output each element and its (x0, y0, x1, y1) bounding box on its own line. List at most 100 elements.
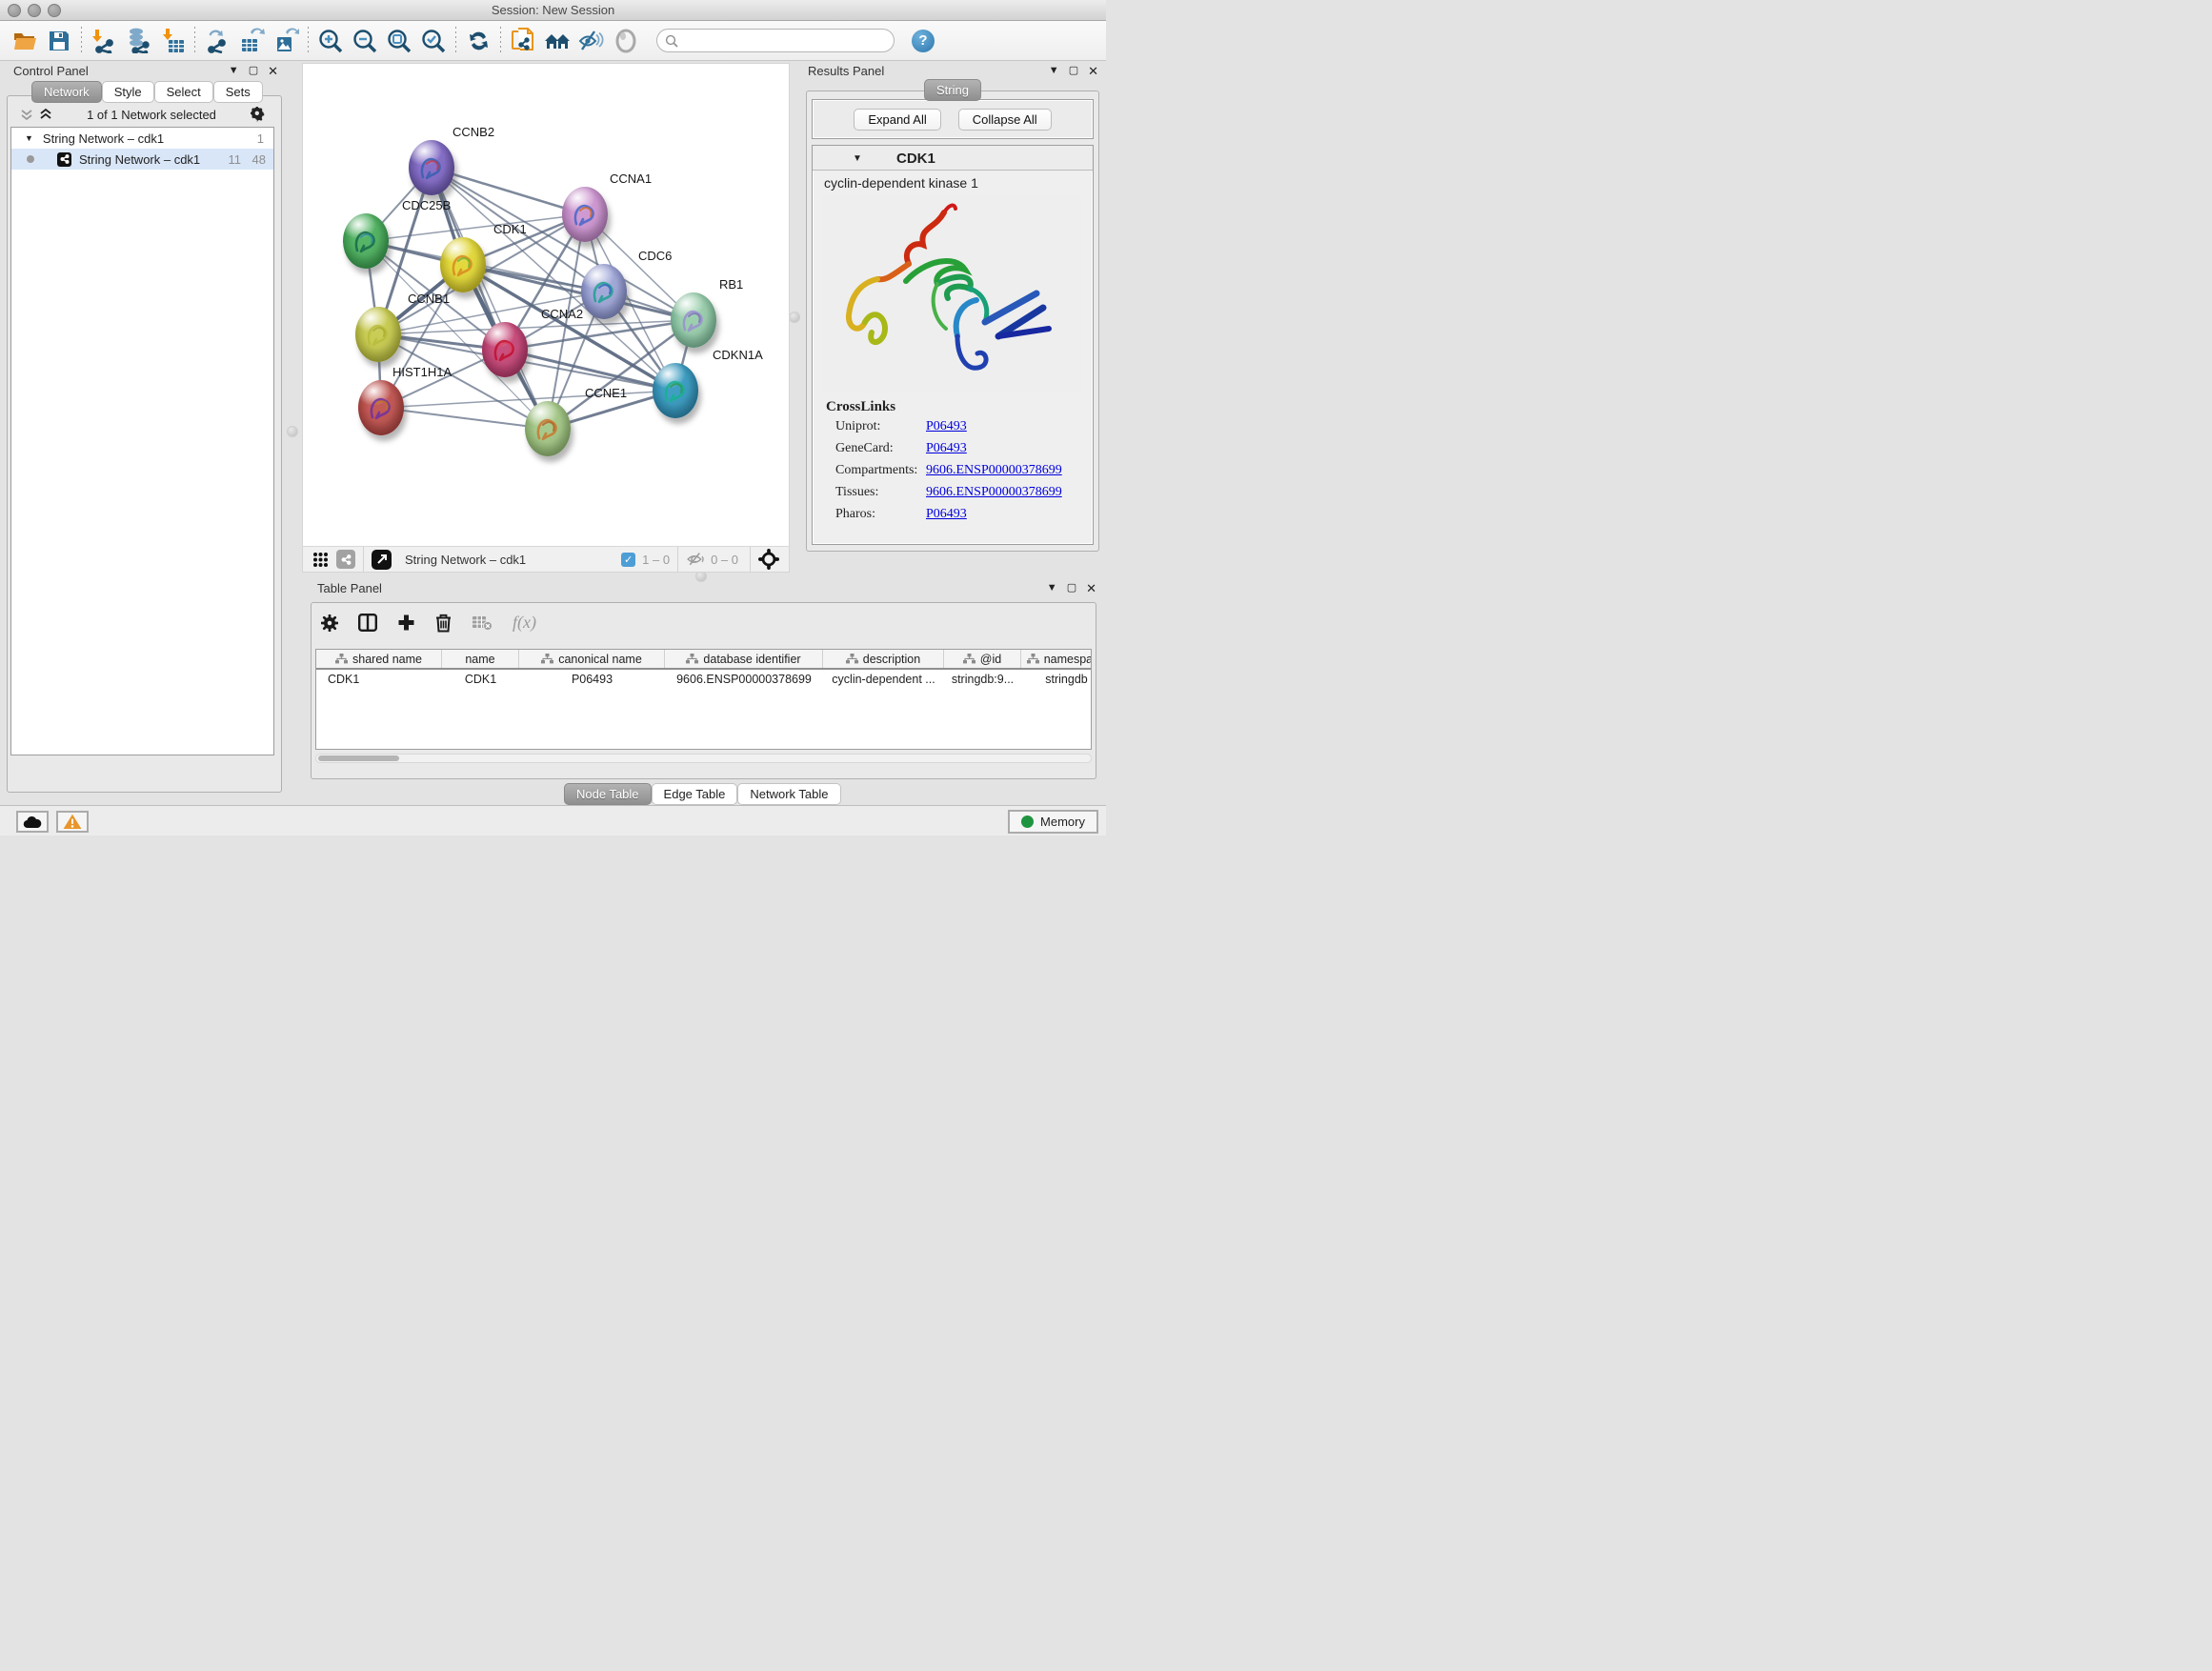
first-neighbors-button[interactable] (540, 25, 574, 57)
left-splitter-handle[interactable] (287, 426, 298, 437)
memory-button[interactable]: Memory (1008, 810, 1098, 834)
network-canvas[interactable]: CCNB2CCNA1CDC25BCDK1CDC6RB1CCNB1CCNA2CDK… (303, 64, 789, 547)
network-node-CDC6[interactable] (581, 264, 627, 319)
tab-node-table[interactable]: Node Table (564, 783, 652, 805)
delete-column-icon[interactable] (435, 614, 452, 633)
zoom-out-button[interactable] (348, 25, 382, 57)
network-node-RB1[interactable] (671, 292, 716, 348)
tab-sets[interactable]: Sets (213, 81, 263, 103)
panel-menu-icon[interactable]: ▼ (1047, 583, 1057, 594)
panel-float-icon[interactable]: ▢ (1067, 583, 1076, 594)
collapse-all-networks-icon[interactable] (20, 108, 33, 121)
save-session-button[interactable] (42, 25, 76, 57)
tab-select[interactable]: Select (154, 81, 213, 103)
search-input[interactable] (656, 29, 895, 52)
zoom-selected-button[interactable] (416, 25, 451, 57)
crosslink-row: Tissues:9606.ENSP00000378699 (826, 485, 1093, 500)
cloud-status-button[interactable] (16, 811, 49, 833)
network-node-CDKN1A[interactable] (653, 363, 698, 418)
tab-network-table[interactable]: Network Table (737, 783, 840, 805)
panel-close-icon[interactable]: ✕ (268, 65, 278, 77)
table-cell[interactable]: P06493 (519, 670, 665, 689)
cdk1-section-header[interactable]: ▼ CDK1 (813, 146, 1093, 171)
export-table-button[interactable] (234, 25, 269, 57)
crosslinks-title: CrossLinks (826, 399, 1093, 415)
network-node-CCNE1[interactable] (525, 401, 571, 456)
panel-menu-icon[interactable]: ▼ (229, 66, 239, 76)
section-collapse-icon[interactable]: ▼ (853, 153, 862, 164)
tab-style[interactable]: Style (102, 81, 154, 103)
detach-view-icon[interactable] (372, 550, 392, 570)
collection-expand-icon[interactable]: ▼ (25, 133, 33, 143)
column-header--id[interactable]: @id (944, 650, 1021, 668)
selected-checkbox[interactable]: ✓ (621, 553, 635, 567)
crosslink-link[interactable]: P06493 (926, 419, 967, 434)
panel-float-icon[interactable]: ▢ (1069, 66, 1078, 76)
show-hide-graphics-button[interactable] (574, 25, 609, 57)
hidden-eye-slash-icon[interactable] (686, 552, 705, 567)
network-node-CCNB1[interactable] (355, 307, 401, 362)
expand-all-networks-icon[interactable] (39, 108, 52, 121)
view-grid-icon[interactable] (312, 552, 329, 568)
collapse-all-button[interactable]: Collapse All (958, 109, 1052, 131)
crosslink-link[interactable]: 9606.ENSP00000378699 (926, 485, 1062, 500)
open-session-button[interactable] (8, 25, 42, 57)
network-node-CDK1[interactable] (440, 237, 486, 292)
table-row[interactable]: CDK1CDK1P064939606.ENSP00000378699cyclin… (316, 670, 1091, 689)
birds-eye-view-button[interactable] (609, 25, 643, 57)
crosshair-icon[interactable] (758, 549, 779, 570)
delete-table-icon (472, 615, 493, 631)
zoom-fit-button[interactable] (382, 25, 416, 57)
warnings-button[interactable] (56, 811, 89, 833)
column-header-database-identifier[interactable]: database identifier (665, 650, 823, 668)
column-header-description[interactable]: description (823, 650, 944, 668)
import-network-database-button[interactable] (121, 25, 155, 57)
table-horizontal-scrollbar[interactable] (315, 754, 1092, 763)
table-cell[interactable]: CDK1 (316, 670, 442, 689)
table-cell[interactable]: CDK1 (442, 670, 519, 689)
node-label-CCNB2: CCNB2 (452, 125, 494, 139)
network-node-CCNA1[interactable] (562, 187, 608, 242)
table-cell[interactable]: cyclin-dependent ... (823, 670, 944, 689)
column-header-name[interactable]: name (442, 650, 519, 668)
network-node-CCNB2[interactable] (409, 140, 454, 195)
column-header-canonical-name[interactable]: canonical name (519, 650, 665, 668)
import-network-file-button[interactable] (87, 25, 121, 57)
add-column-icon[interactable] (397, 614, 415, 632)
panel-close-icon[interactable]: ✕ (1086, 582, 1096, 594)
import-network-icon (91, 29, 116, 53)
export-image-button[interactable] (269, 25, 303, 57)
network-node-HIST1H1A[interactable] (358, 380, 404, 435)
network-node-CCNA2[interactable] (482, 322, 528, 377)
tab-edge-table[interactable]: Edge Table (652, 783, 738, 805)
node-label-RB1: RB1 (719, 277, 743, 292)
export-network-button[interactable] (200, 25, 234, 57)
panel-menu-icon[interactable]: ▼ (1049, 66, 1059, 76)
crosslink-link[interactable]: P06493 (926, 507, 967, 522)
scrollbar-thumb[interactable] (318, 755, 399, 761)
tab-string-results[interactable]: String (924, 79, 981, 101)
help-button[interactable]: ? (912, 30, 935, 52)
table-cell[interactable]: stringdb:9... (944, 670, 1021, 689)
network-row-selected[interactable]: String Network – cdk1 11 48 (11, 149, 273, 170)
table-cell[interactable]: stringdb (1021, 670, 1092, 689)
share-view-icon[interactable] (336, 550, 355, 569)
panel-close-icon[interactable]: ✕ (1088, 65, 1098, 77)
refresh-button[interactable] (461, 25, 495, 57)
panel-float-icon[interactable]: ▢ (249, 66, 258, 76)
column-header-shared-name[interactable]: shared name (316, 650, 442, 668)
table-options-gear-icon[interactable] (321, 614, 338, 632)
network-node-CDC25B[interactable] (343, 213, 389, 269)
tab-network[interactable]: Network (31, 81, 102, 103)
new-network-from-selection-button[interactable] (506, 25, 540, 57)
table-cell[interactable]: 9606.ENSP00000378699 (665, 670, 823, 689)
crosslink-link[interactable]: P06493 (926, 441, 967, 456)
column-header-namespace[interactable]: namespace (1021, 650, 1092, 668)
network-options-gear-icon[interactable] (251, 107, 267, 123)
zoom-in-button[interactable] (313, 25, 348, 57)
expand-all-button[interactable]: Expand All (854, 109, 940, 131)
network-collection-row[interactable]: ▼ String Network – cdk1 1 (11, 128, 273, 149)
show-columns-icon[interactable] (358, 614, 377, 632)
crosslink-link[interactable]: 9606.ENSP00000378699 (926, 463, 1062, 478)
import-table-file-button[interactable] (155, 25, 190, 57)
